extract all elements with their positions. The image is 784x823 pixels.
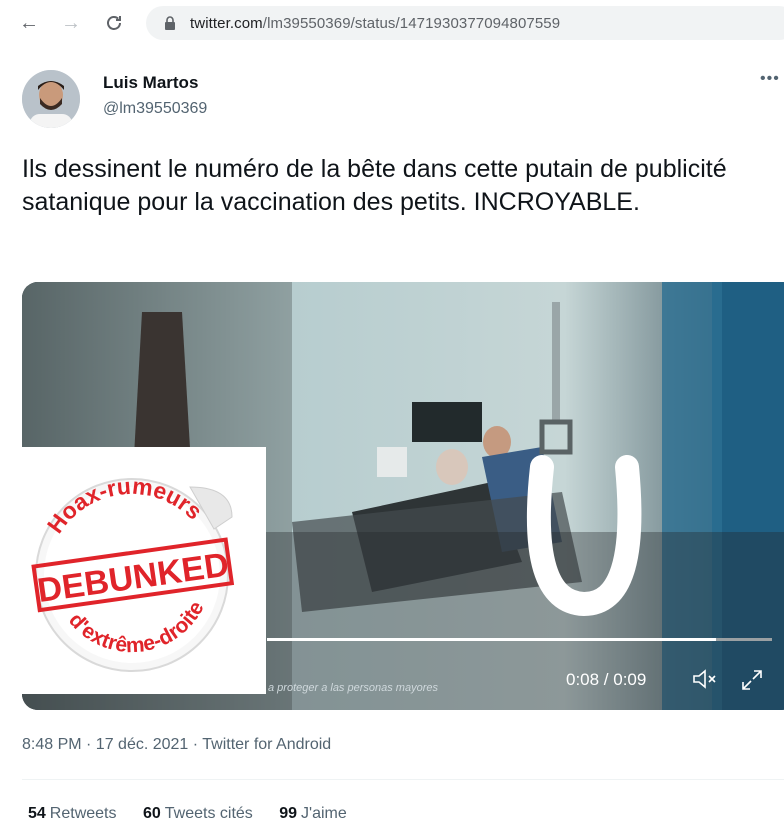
- author-name[interactable]: Luis Martos: [103, 73, 198, 93]
- divider: [22, 779, 784, 780]
- video-time: 0:08 / 0:09: [566, 670, 647, 689]
- back-arrow-icon[interactable]: ←: [18, 12, 40, 34]
- tweet-timestamp[interactable]: 8:48 PM · 17 déc. 2021 · Twitter for And…: [22, 736, 331, 754]
- likes-stat[interactable]: 99 J'aime: [279, 805, 347, 822]
- browser-toolbar: ← → twitter.com/lm39550369/status/147193…: [0, 0, 784, 46]
- mute-icon[interactable]: [692, 668, 718, 695]
- video-progress-bar[interactable]: [267, 638, 716, 641]
- video-subtitle: a proteger a las personas mayores: [268, 682, 438, 694]
- url-text: twitter.com/lm39550369/status/1471930377…: [190, 15, 561, 32]
- lock-icon: [164, 16, 176, 35]
- avatar[interactable]: [22, 70, 80, 128]
- reload-icon[interactable]: [103, 12, 125, 34]
- tweet-text: Ils dessinent le numéro de la bête dans …: [22, 155, 727, 216]
- fullscreen-icon[interactable]: [740, 668, 764, 697]
- more-options-icon[interactable]: •••: [760, 70, 780, 88]
- retweets-stat[interactable]: 54 Retweets: [28, 805, 117, 822]
- debunked-sticker: Hoax-rumeurs DEBUNKED d'extrême-droite: [0, 447, 266, 694]
- quotes-stat[interactable]: 60 Tweets cités: [143, 805, 253, 822]
- author-handle[interactable]: @lm39550369: [103, 100, 207, 118]
- debunked-stamp-logo: Hoax-rumeurs DEBUNKED d'extrême-droite: [31, 465, 235, 672]
- address-bar[interactable]: twitter.com/lm39550369/status/1471930377…: [146, 6, 784, 40]
- forward-arrow-icon[interactable]: →: [60, 12, 82, 34]
- tweet-stats: 54 Retweets 60 Tweets cités 99 J'aime: [28, 805, 369, 823]
